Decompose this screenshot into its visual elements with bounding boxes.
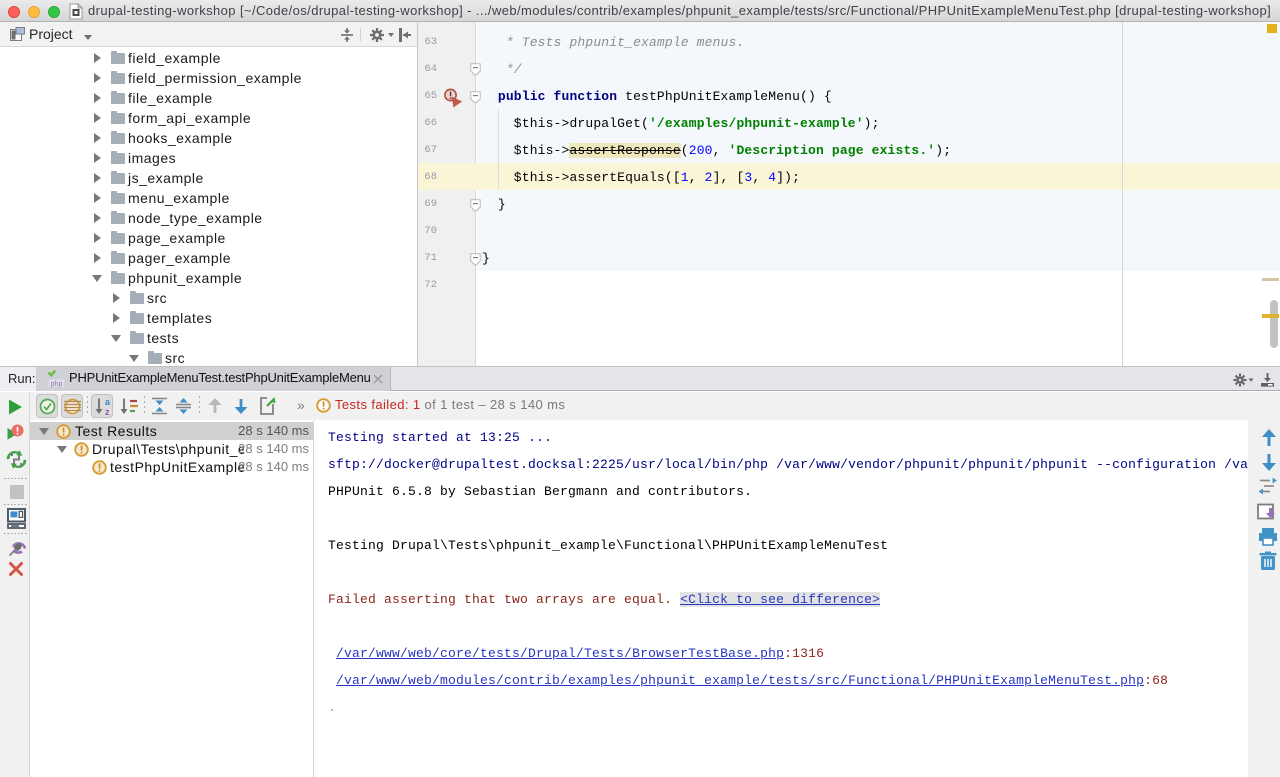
svg-text:a: a bbox=[105, 397, 111, 407]
svg-text:z: z bbox=[105, 407, 110, 416]
svg-text:php: php bbox=[51, 381, 63, 388]
